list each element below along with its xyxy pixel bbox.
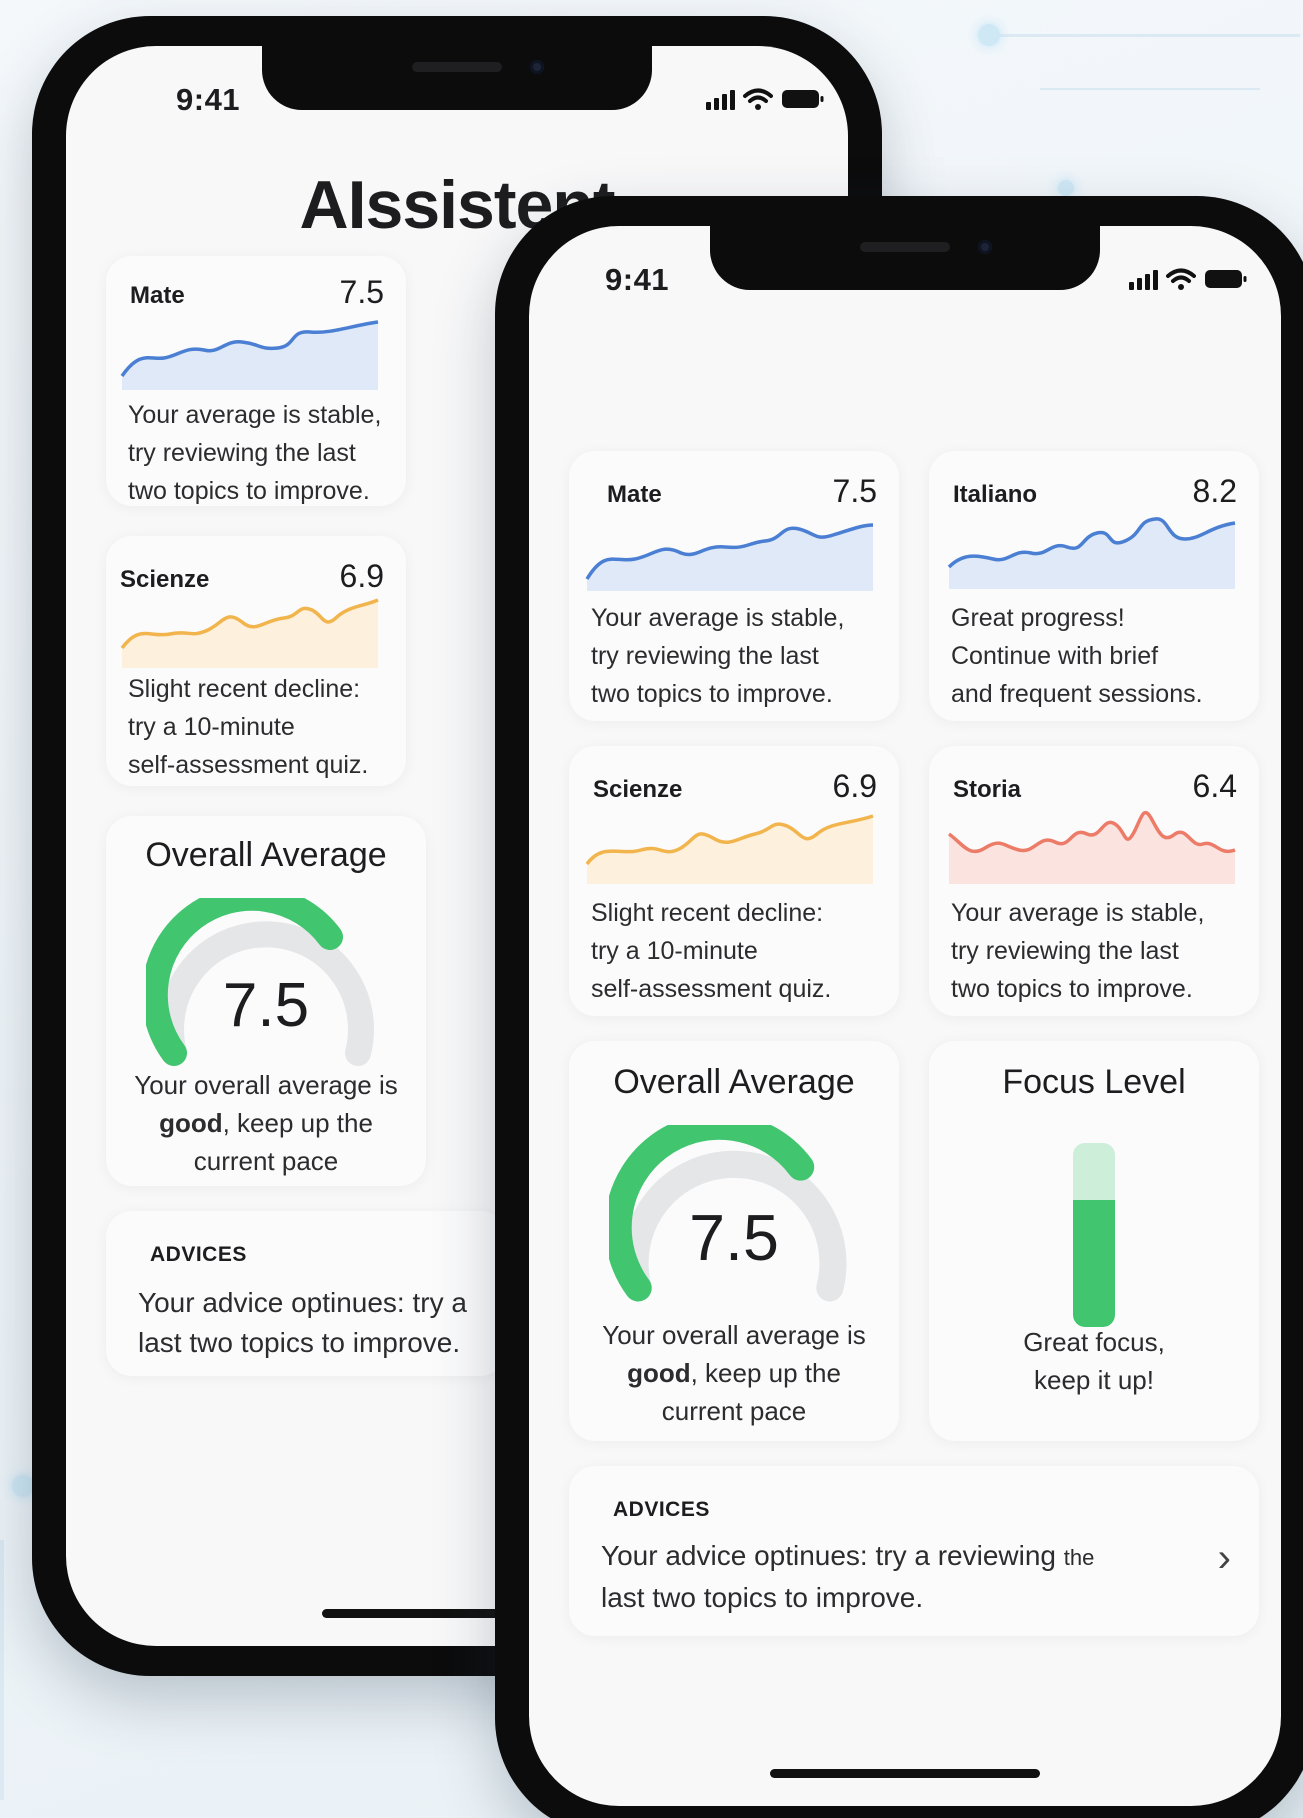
subject-value: 6.9: [832, 768, 877, 804]
background-dot: [12, 1475, 34, 1497]
overall-message: Your overall average is good, keep up th…: [134, 1070, 398, 1176]
subject-message: Slight recent decline: try a 10-minute sel…: [591, 899, 832, 1003]
focus-level-card: Focus Level Great focus, keep it up!: [929, 1041, 1259, 1441]
status-time: 9:41: [605, 262, 670, 297]
subject-message: Great progress! Continue with brief and fr…: [951, 604, 1203, 708]
subject-message: Slight recent decline: try a 10-minute sel…: [128, 675, 369, 779]
advices-heading: ADVICES: [613, 1498, 710, 1521]
subject-card[interactable]: Mate 7.5 Your average is stable, try revi…: [106, 256, 406, 506]
background-line: [1040, 88, 1260, 90]
overall-message: Your overall average is good, keep up th…: [602, 1320, 866, 1426]
trend-sparkline: [947, 517, 1236, 589]
advices-message: Your advice optinues: try a last two top…: [138, 1287, 467, 1358]
subject-name: Mate: [607, 481, 662, 508]
background-line: [1000, 34, 1300, 37]
camera: [530, 60, 544, 74]
background-dot: [1058, 180, 1074, 196]
subject-name: Italiano: [953, 481, 1038, 508]
camera: [978, 240, 992, 254]
signal-icon: [706, 90, 735, 110]
status-time: 9:41: [176, 82, 241, 117]
background-dot: [978, 24, 1000, 46]
notch: [262, 46, 652, 110]
overall-title: Overall Average: [613, 1063, 855, 1101]
subject-header: Scienze 6.9: [593, 768, 877, 805]
trend-sparkline: [585, 523, 874, 591]
overall-average-card: Overall Average 7.5 Your overall average…: [569, 1041, 899, 1441]
subject-card[interactable]: Mate 7.5 Your average is stable, try revi…: [569, 451, 899, 721]
focus-meter: [1073, 1143, 1115, 1327]
front-phone-screen: 9:41 Mate 7.5 Your average is stable, try…: [529, 226, 1281, 1806]
subject-message: Your average is stable, try reviewing the…: [128, 401, 382, 505]
overall-gauge-value: 7.5: [689, 1202, 779, 1274]
subject-header: Mate 7.5: [130, 274, 384, 311]
subject-name: Storia: [953, 776, 1022, 803]
subject-message: Your average is stable, try reviewing the…: [591, 604, 845, 708]
advices-card[interactable]: ADVICES Your advice optinues: try a last…: [106, 1211, 506, 1376]
wifi-icon: [743, 88, 773, 110]
overall-gauge: 7.5: [609, 1125, 847, 1302]
subject-value: 7.5: [339, 274, 384, 310]
chevron-right-icon[interactable]: ›: [1218, 1536, 1231, 1581]
subject-header: Italiano 8.2: [953, 473, 1237, 510]
trend-sparkline: [120, 598, 379, 668]
overall-gauge: 7.5: [146, 898, 374, 1066]
subject-name: Mate: [130, 282, 185, 309]
wifi-icon: [1166, 268, 1196, 290]
speaker: [860, 242, 950, 252]
advices-card[interactable]: ADVICES Your advice optinues: try a revi…: [569, 1466, 1259, 1636]
home-indicator: [770, 1769, 1040, 1778]
subject-value: 6.4: [1192, 768, 1237, 804]
subject-header: Mate 7.5: [607, 473, 877, 510]
status-icons: [706, 88, 825, 110]
status-icons: [1129, 268, 1248, 290]
subject-card[interactable]: Italiano 8.2 Great progress! Continue wit…: [929, 451, 1259, 721]
battery-icon: [782, 90, 824, 108]
subject-card[interactable]: Scienze 6.9 Slight recent decline: try a …: [106, 536, 406, 786]
notch: [710, 226, 1100, 290]
speaker: [412, 62, 502, 72]
overall-title: Overall Average: [145, 836, 387, 874]
subject-header: Storia 6.4: [953, 768, 1237, 805]
trend-sparkline: [120, 320, 379, 390]
battery-icon: [1205, 270, 1247, 288]
subject-message: Your average is stable, try reviewing the…: [951, 899, 1205, 1003]
advices-heading: ADVICES: [150, 1243, 247, 1266]
overall-gauge-value: 7.5: [223, 971, 309, 1040]
focus-meter-fill: [1073, 1200, 1115, 1327]
subject-name: Scienze: [593, 776, 683, 803]
subject-card[interactable]: Storia 6.4 Your average is stable, try re…: [929, 746, 1259, 1016]
front-phone: 9:41 Mate 7.5 Your average is stable, try…: [495, 196, 1303, 1818]
overall-average-card: Overall Average 7.5 Your overall average…: [106, 816, 426, 1186]
trend-sparkline: [585, 814, 874, 884]
signal-icon: [1129, 270, 1158, 290]
background-line: [0, 1540, 4, 1800]
subject-value: 7.5: [832, 473, 877, 509]
advices-message: Your advice optinues: try a reviewing th…: [601, 1540, 1095, 1613]
subject-value: 8.2: [1192, 473, 1237, 509]
subject-name: Scienze: [120, 566, 210, 593]
subject-header: Scienze 6.9: [120, 558, 384, 595]
subject-value: 6.9: [339, 558, 384, 594]
focus-title: Focus Level: [1002, 1063, 1186, 1101]
trend-sparkline: [947, 810, 1236, 884]
focus-message: Great focus, keep it up!: [1023, 1327, 1165, 1395]
subject-card[interactable]: Scienze 6.9 Slight recent decline: try a …: [569, 746, 899, 1016]
